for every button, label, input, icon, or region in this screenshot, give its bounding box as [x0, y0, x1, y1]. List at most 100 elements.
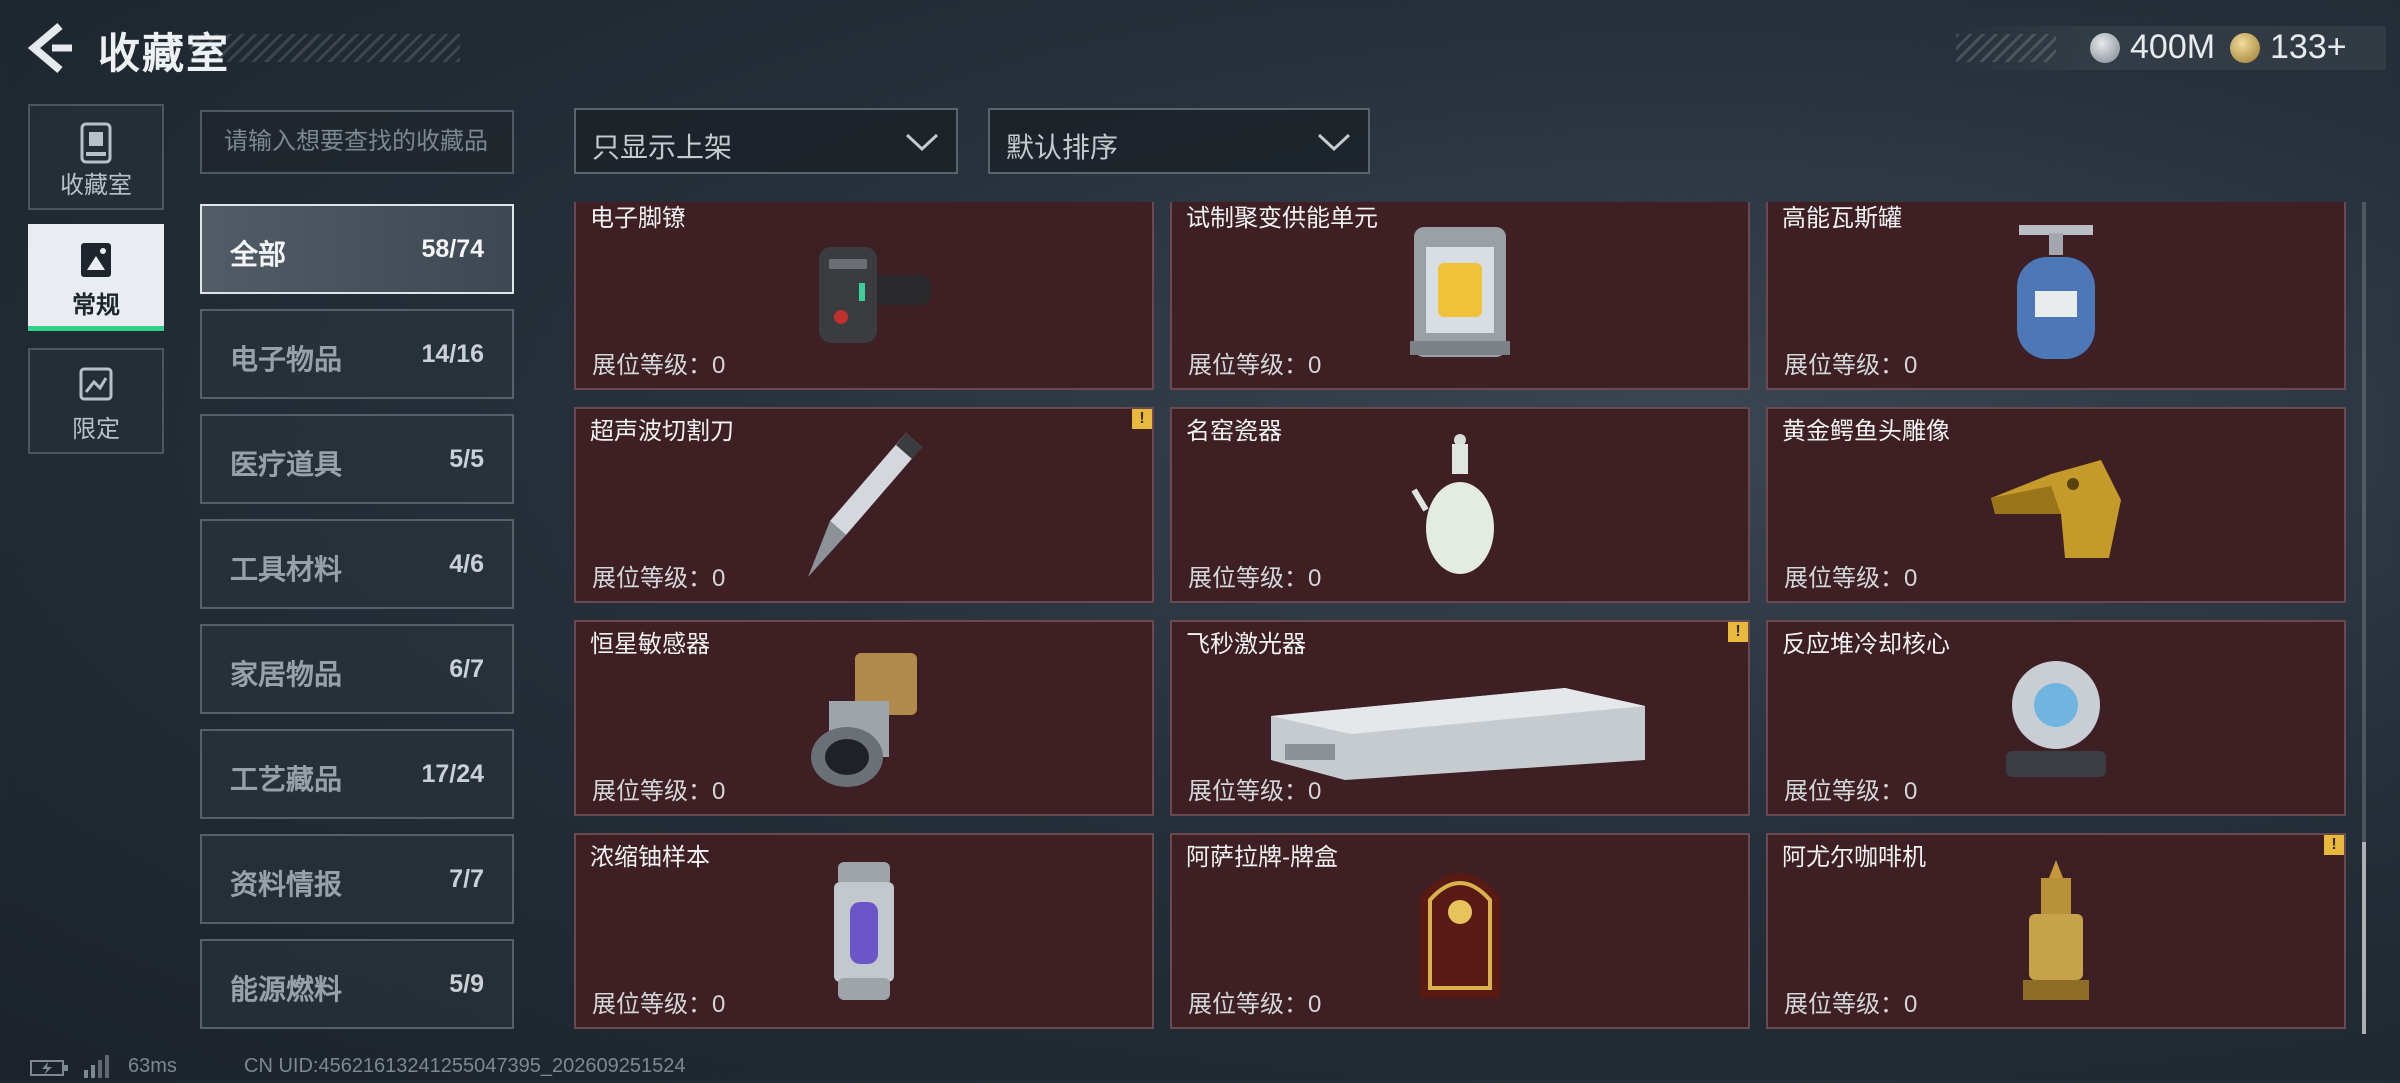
category-name: 能源燃料 — [230, 974, 343, 1005]
category-name: 医疗道具 — [230, 449, 343, 480]
item-name: 黄金鳄鱼头雕像 — [1782, 418, 1950, 445]
item-level: 展位等级：0 — [1188, 778, 1322, 805]
item-card[interactable]: 浓缩铀样本 展位等级：0 — [574, 833, 1154, 1029]
ultrasonic-knife-icon — [808, 433, 922, 577]
item-name: 名窑瓷器 — [1186, 418, 1282, 445]
item-name: 电子脚镣 — [590, 205, 686, 232]
item-card[interactable]: 电子脚镣 展位等级：0 — [574, 202, 1154, 390]
category-name: 资料情报 — [230, 869, 343, 900]
reactor-core-icon — [2006, 661, 2106, 777]
category-household[interactable]: 家居物品 6/7 — [200, 624, 514, 714]
search-input[interactable] — [200, 110, 514, 174]
rail-collection-room[interactable]: 收藏室 — [28, 104, 164, 210]
item-card[interactable]: 高能瓦斯罐 展位等级：0 — [1766, 202, 2346, 390]
coffee-machine-icon — [2023, 860, 2089, 1000]
ping-text: 63ms — [128, 1055, 177, 1077]
category-count: 5/5 — [449, 445, 484, 473]
category-electronics[interactable]: 电子物品 14/16 — [200, 309, 514, 399]
collection-room-icon — [80, 122, 112, 164]
category-name: 工艺藏品 — [230, 764, 343, 795]
category-count: 4/6 — [449, 550, 484, 578]
warning-icon: ! — [2324, 835, 2344, 855]
item-card[interactable]: 超声波切割刀 ! 展位等级：0 — [574, 407, 1154, 603]
silver-coin-icon — [2090, 33, 2120, 63]
limited-icon — [79, 367, 113, 401]
gas-canister-icon — [2017, 225, 2095, 359]
item-level: 展位等级：0 — [592, 778, 726, 805]
item-level: 展位等级：0 — [592, 991, 726, 1018]
category-count: 14/16 — [421, 340, 484, 368]
rail-regular[interactable]: 常规 — [28, 224, 164, 330]
sort-dropdown[interactable]: 默认排序 — [988, 108, 1370, 174]
active-indicator — [28, 326, 164, 331]
ankle-monitor-icon — [819, 247, 931, 343]
item-level: 展位等级：0 — [592, 565, 726, 592]
page-title: 收藏室 — [98, 30, 231, 77]
femtosecond-laser-icon — [1271, 688, 1645, 780]
category-name: 家居物品 — [230, 659, 343, 690]
category-all[interactable]: 全部 58/74 — [200, 204, 514, 294]
item-level: 展位等级：0 — [1784, 565, 1918, 592]
item-card[interactable]: 名窑瓷器 展位等级：0 — [1170, 407, 1750, 603]
dropdown-value: 默认排序 — [1006, 132, 1119, 163]
item-card[interactable]: 反应堆冷却核心 展位等级：0 — [1766, 620, 2346, 816]
category-energy[interactable]: 能源燃料 5/9 — [200, 939, 514, 1029]
item-level: 展位等级：0 — [1188, 565, 1322, 592]
item-level: 展位等级：0 — [1784, 991, 1918, 1018]
item-card[interactable]: 阿萨拉牌-牌盒 展位等级：0 — [1170, 833, 1750, 1029]
battery-icon — [30, 1058, 70, 1078]
uranium-sample-icon — [834, 862, 894, 1000]
category-name: 工具材料 — [230, 554, 343, 585]
uid-text: CN UID:456216132412550473​95_20260925152… — [244, 1055, 686, 1077]
category-tools[interactable]: 工具材料 4/6 — [200, 519, 514, 609]
dropdown-value: 只显示上架 — [592, 132, 733, 163]
regular-icon — [81, 243, 111, 277]
listed-filter-dropdown[interactable]: 只显示上架 — [574, 108, 958, 174]
chevron-down-icon — [1317, 133, 1351, 152]
item-name: 恒星敏感器 — [590, 631, 710, 658]
item-name: 阿萨拉牌-牌盒 — [1186, 844, 1338, 871]
rail-limited[interactable]: 限定 — [28, 348, 164, 454]
item-card[interactable]: 阿尤尔咖啡机 ! 展位等级：0 — [1766, 833, 2346, 1029]
warning-icon: ! — [1728, 622, 1748, 642]
category-crafts[interactable]: 工艺藏品 17/24 — [200, 729, 514, 819]
currency-b-value[interactable]: 133+ — [2270, 28, 2347, 67]
item-name: 超声波切割刀 — [590, 418, 734, 445]
item-level: 展位等级：0 — [1784, 352, 1918, 379]
back-button[interactable] — [26, 22, 76, 74]
golden-crocodile-icon — [1991, 460, 2121, 558]
currency-decoration — [1956, 34, 2056, 62]
category-name: 电子物品 — [230, 344, 343, 375]
category-count: 7/7 — [449, 865, 484, 893]
item-level: 展位等级：0 — [1188, 352, 1322, 379]
card-box-icon — [1420, 873, 1500, 998]
item-name: 浓缩铀样本 — [590, 844, 710, 871]
item-card[interactable]: 黄金鳄鱼头雕像 展位等级：0 — [1766, 407, 2346, 603]
currency-a-value: 400M — [2130, 28, 2216, 66]
category-medical[interactable]: 医疗道具 5/5 — [200, 414, 514, 504]
category-count: 6/7 — [449, 655, 484, 683]
item-card[interactable]: 飞秒激光器 ! 展位等级：0 — [1170, 620, 1750, 816]
title-decoration — [190, 34, 460, 62]
category-intel[interactable]: 资料情报 7/7 — [200, 834, 514, 924]
rail-label: 常规 — [72, 292, 120, 319]
porcelain-vase-icon — [1411, 434, 1494, 574]
item-level: 展位等级：0 — [1188, 991, 1322, 1018]
signal-icon — [82, 1054, 112, 1078]
rail-label: 收藏室 — [60, 172, 132, 199]
back-arrow-icon — [27, 22, 72, 74]
warning-icon: ! — [1132, 409, 1152, 429]
item-card[interactable]: 试制聚变供能单元 展位等级：0 — [1170, 202, 1750, 390]
item-level: 展位等级：0 — [1784, 778, 1918, 805]
star-sensor-icon — [811, 653, 917, 787]
item-name: 高能瓦斯罐 — [1782, 205, 1902, 232]
rail-label: 限定 — [72, 416, 120, 443]
category-count: 17/24 — [421, 760, 484, 788]
fusion-unit-icon — [1410, 227, 1510, 357]
gold-coin-icon — [2230, 33, 2260, 63]
category-count: 58/74 — [421, 235, 484, 263]
category-count: 5/9 — [449, 970, 484, 998]
scrollbar-thumb[interactable] — [2362, 842, 2366, 1034]
item-card[interactable]: 恒星敏感器 展位等级：0 — [574, 620, 1154, 816]
currency-bar: 400M 133+ — [1956, 26, 2386, 70]
